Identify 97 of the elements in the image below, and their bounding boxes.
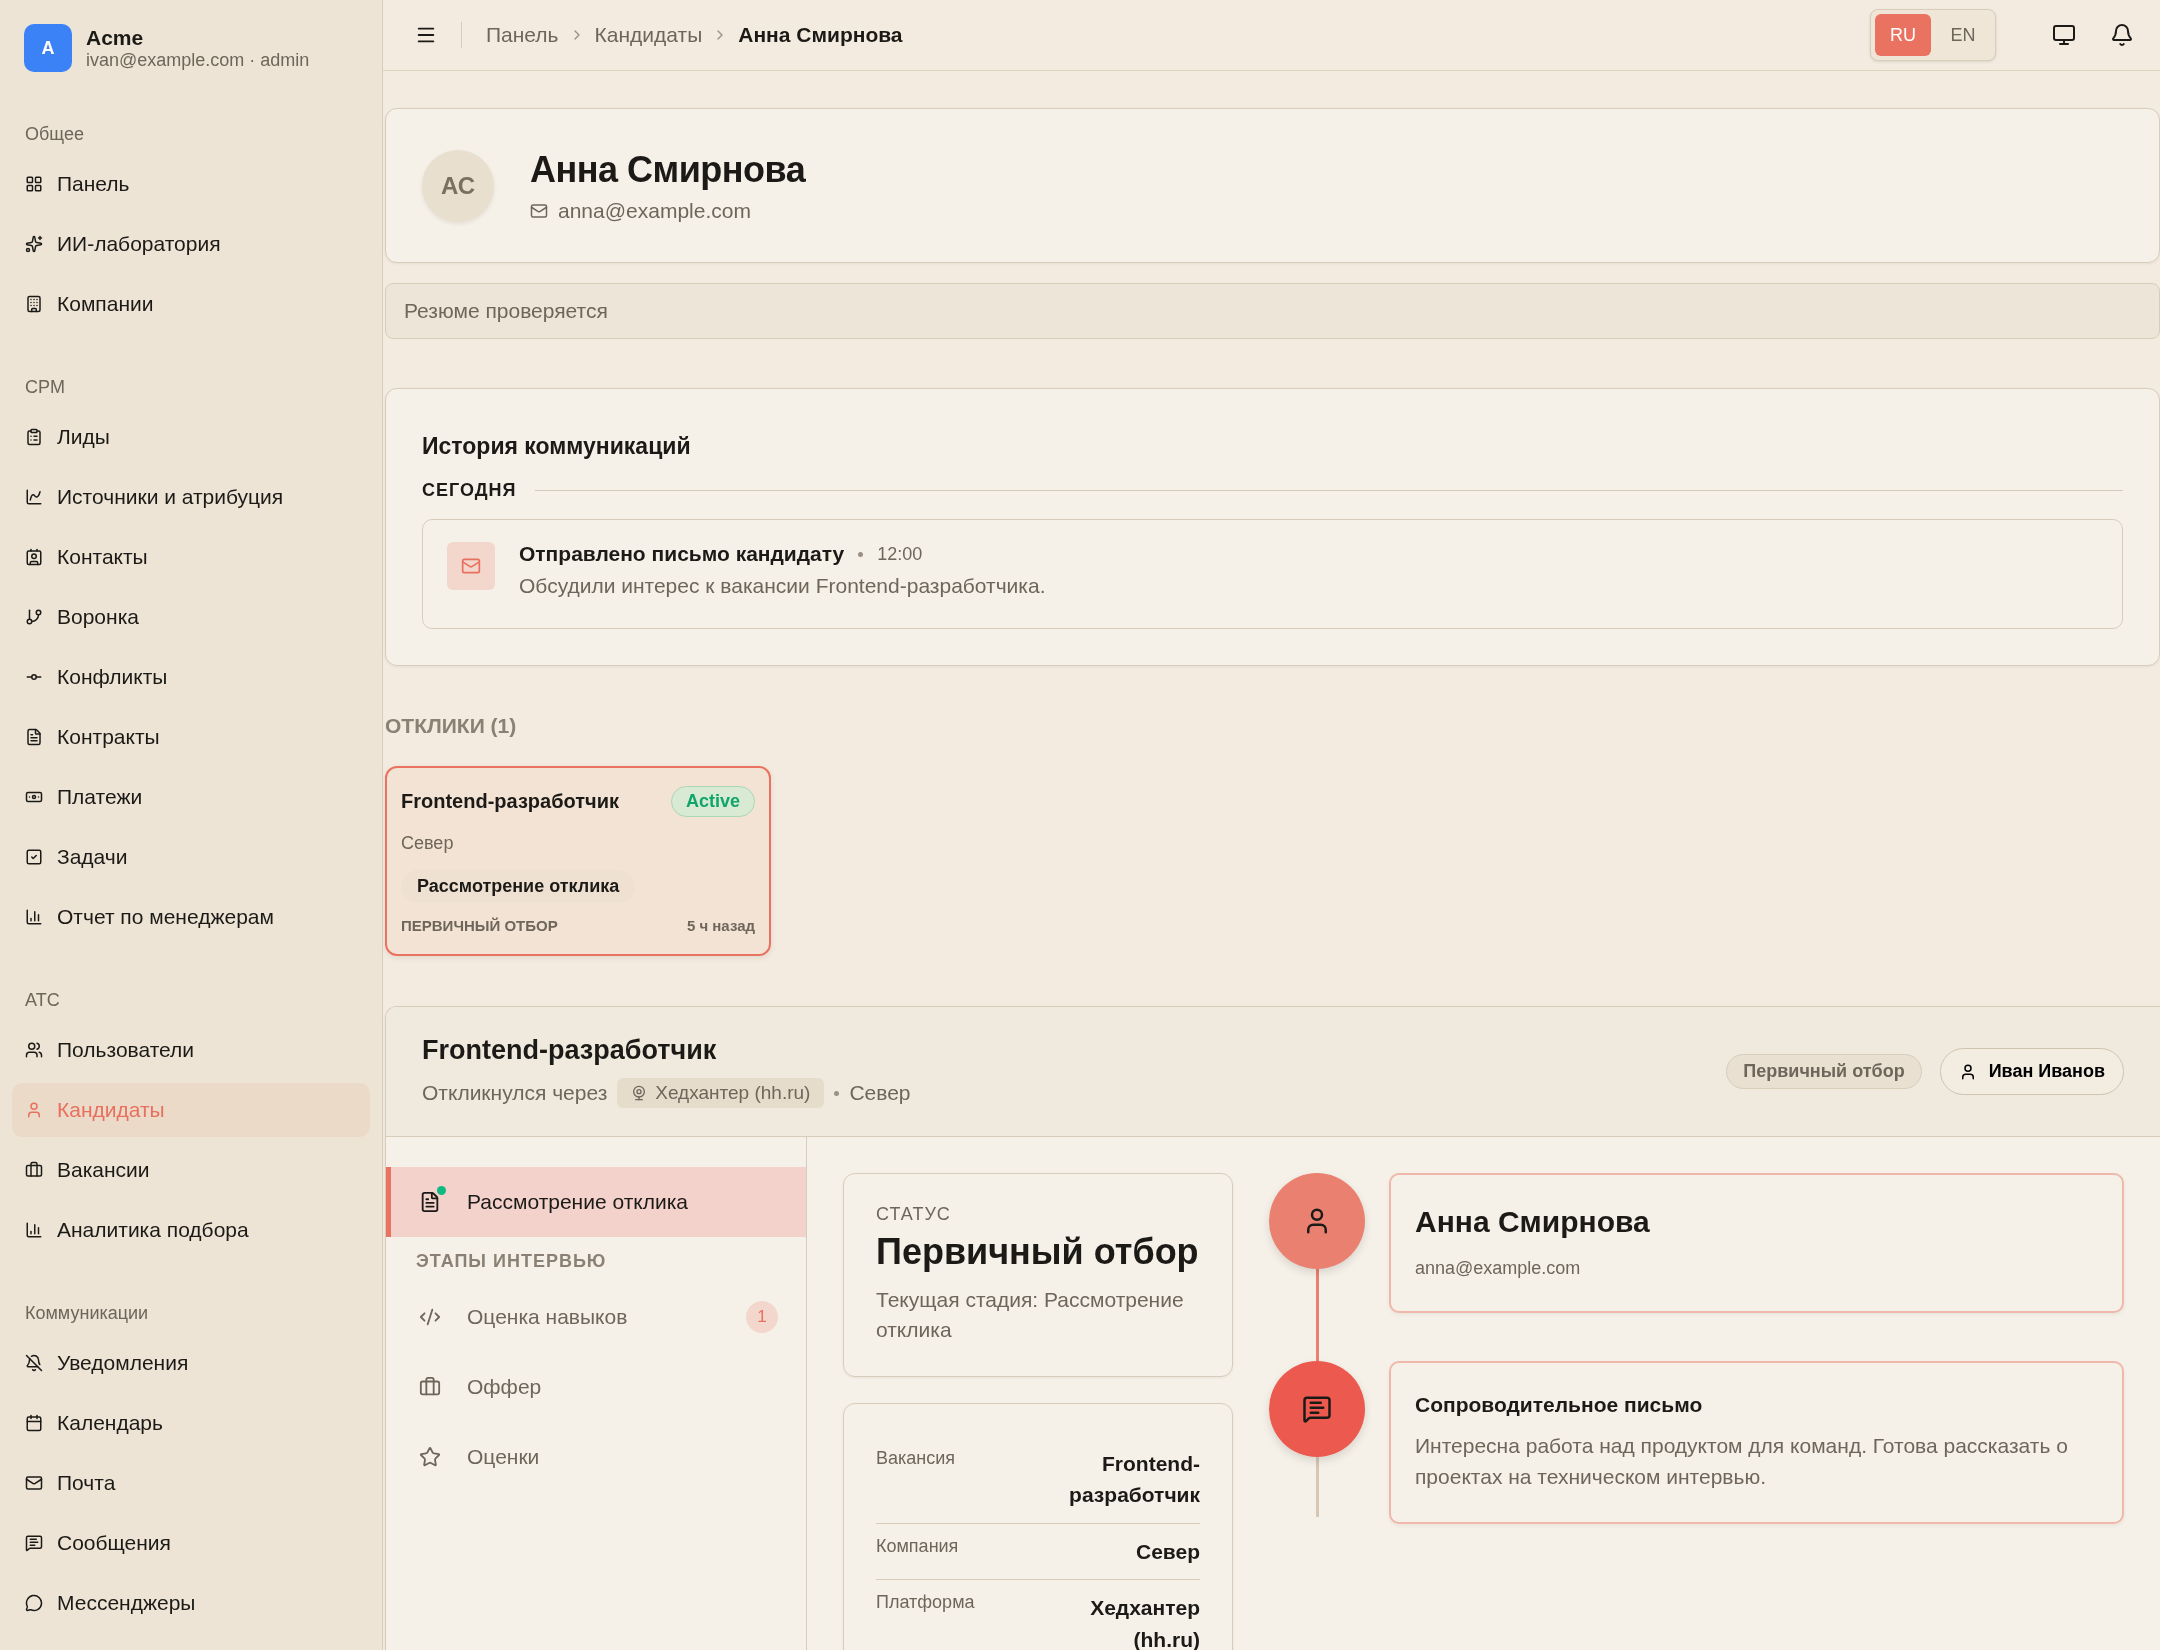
company-name: Север <box>401 833 455 854</box>
stage-tab[interactable]: Рассмотрение отклика <box>386 1167 806 1237</box>
detail-label: Компания <box>876 1535 959 1558</box>
event-text: Обсудили интерес к вакансии Frontend-разработчика. <box>519 574 1046 598</box>
sidebar-item[interactable]: ИИ-лаборатория <box>12 217 370 271</box>
sidebar-item[interactable]: Панель <box>12 157 370 211</box>
job-title: Frontend-разработчик <box>422 1035 718 1066</box>
company-name: Север <box>849 1081 911 1105</box>
brand-logo: A <box>24 24 72 72</box>
detail-label: Вакансия <box>876 1447 956 1470</box>
avatar: АС <box>422 149 494 222</box>
detail-value: Север <box>1136 1538 1200 1565</box>
mail-icon <box>530 201 548 220</box>
nav-icon <box>25 1414 43 1432</box>
sidebar-item[interactable]: Почта <box>12 1456 370 1510</box>
detail-value: Frontend-разработчик <box>1068 1450 1200 1509</box>
timeline-text: Интересна работа над продуктом для команд. Готова рассказать о проектах на техническом интервью. <box>1415 1433 2069 1490</box>
document-icon <box>419 1186 446 1213</box>
nav-icon <box>25 548 43 566</box>
timeline-text: anna@example.com <box>1415 1257 1582 1280</box>
sidebar-item[interactable]: Контракты <box>12 710 370 764</box>
sidebar-item[interactable]: Компании <box>12 277 370 331</box>
mail-icon <box>447 542 495 590</box>
section-title: ОТКЛИКИ (1) <box>385 714 518 738</box>
sidebar-item[interactable]: Календарь <box>12 1396 370 1450</box>
nav-icon <box>25 908 43 926</box>
sidebar-item[interactable]: Задачи <box>12 830 370 884</box>
section-title: Общее <box>24 124 85 145</box>
nav-icon <box>25 295 43 313</box>
status-caption: СТАТУС <box>876 1204 952 1225</box>
source-tag: Хедхантер (hh.ru) <box>617 1078 825 1108</box>
application-card[interactable]: Frontend-разработчик Active Север Рассмотрение отклика ПЕРВИЧНЫЙ ОТБОР 5 ч назад <box>385 766 771 956</box>
nav-icon <box>25 728 43 746</box>
status-value: Первичный отбор <box>876 1231 1200 1273</box>
nav-icon <box>25 608 43 626</box>
language-button[interactable]: EN <box>1935 14 1991 56</box>
sidebar-item[interactable]: Уведомления <box>12 1336 370 1390</box>
stage-tag: Рассмотрение отклика <box>401 870 636 903</box>
status-badge: Active <box>670 786 755 817</box>
sidebar-item[interactable]: Отчет по менеджерам <box>12 890 370 944</box>
job-title: Frontend-разработчик <box>401 790 619 813</box>
card-title: История коммуникаций <box>422 433 692 460</box>
webcam-icon <box>631 1085 648 1101</box>
status-subtitle: Текущая стадия: Рассмотрение отклика <box>876 1287 1185 1344</box>
event-title: Отправлено письмо кандидату <box>519 542 845 566</box>
candidate-name: Анна Смирнова <box>530 148 806 191</box>
count-badge: 1 <box>746 1301 778 1333</box>
section-title: CPM <box>24 377 66 398</box>
stage-badge: Первичный отбор <box>1726 1054 1922 1089</box>
nav-icon <box>25 1221 43 1239</box>
sidebar-item[interactable]: Конфликты <box>12 650 370 704</box>
briefcase-icon <box>419 1376 441 1398</box>
nav-icon <box>25 1161 43 1179</box>
account-email: ivan@example.com · admin <box>86 49 310 71</box>
sidebar-item[interactable]: Пользователи <box>12 1023 370 1077</box>
nav-icon <box>25 848 43 866</box>
event-time: 12:00 <box>877 543 923 565</box>
sidebar-item[interactable]: Аналитика подбора <box>12 1203 370 1257</box>
nav-icon <box>25 1474 43 1492</box>
sidebar-item[interactable]: Источники и атрибуция <box>12 470 370 524</box>
assignee-button[interactable]: Иван Иванов <box>1939 1048 2124 1095</box>
source-label: Откликнулся через <box>422 1081 608 1105</box>
stage-tab[interactable]: Оффер <box>386 1352 806 1422</box>
nav-icon <box>25 488 43 506</box>
stage-tab[interactable]: Оценка навыков 1 <box>386 1282 806 1352</box>
section-title: ATC <box>24 990 61 1011</box>
nav-icon <box>25 175 43 193</box>
detail-label: Платформа <box>876 1592 975 1615</box>
nav-icon <box>25 1534 43 1552</box>
nav-icon <box>25 1594 43 1612</box>
status-banner: Резюме проверяется <box>385 283 2160 339</box>
star-icon <box>419 1446 441 1468</box>
sidebar-item[interactable]: Контакты <box>12 530 370 584</box>
sidebar-item[interactable]: Лиды <box>12 410 370 464</box>
stage-tab[interactable]: Оценки <box>386 1422 806 1492</box>
breadcrumb-link[interactable]: Панель <box>486 23 559 47</box>
candidate-email: anna@example.com <box>558 198 751 223</box>
sidebar-item[interactable]: Мессенджеры <box>12 1576 370 1630</box>
nav-icon <box>25 1101 43 1119</box>
sidebar-item[interactable]: Вакансии <box>12 1143 370 1197</box>
sidebar-item[interactable]: Платежи <box>12 770 370 824</box>
sidebar-item[interactable]: Сообщения <box>12 1516 370 1570</box>
breadcrumb-link[interactable]: Кандидаты <box>594 23 703 47</box>
sidebar-item[interactable]: Воронка <box>12 590 370 644</box>
time-ago: 5 ч назад <box>686 917 755 934</box>
nav-icon <box>25 1354 43 1372</box>
section-title: Коммуникации <box>24 1303 150 1324</box>
section-title: ЭТАПЫ ИНТЕРВЬЮ <box>415 1250 608 1273</box>
nav-icon <box>25 235 43 253</box>
nav-icon <box>25 428 43 446</box>
timeline-title: Сопроводительное письмо <box>1415 1393 1704 1418</box>
date-label: СЕГОДНЯ <box>422 480 517 501</box>
nav-icon <box>25 1041 43 1059</box>
stage-status: ПЕРВИЧНЫЙ ОТБОР <box>401 917 558 934</box>
timeline-title: Анна Смирнова <box>1415 1205 1651 1239</box>
brand-name: Acme <box>86 25 145 50</box>
code-icon <box>419 1306 441 1328</box>
